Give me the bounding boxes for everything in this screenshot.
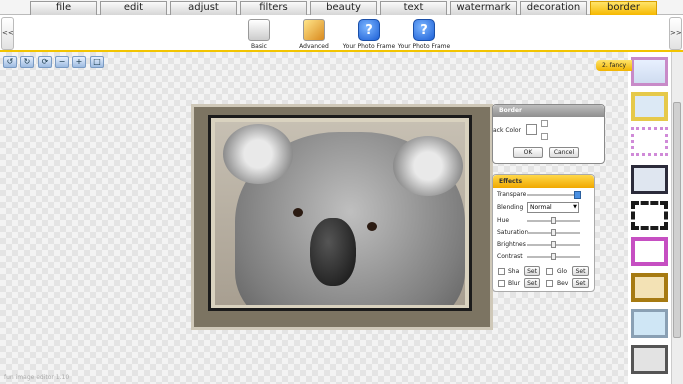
- color-picker-top[interactable]: [541, 120, 548, 127]
- koala-nose: [310, 218, 356, 286]
- contrast-knob[interactable]: [551, 253, 556, 260]
- advanced-button[interactable]: Advanced: [284, 19, 344, 50]
- frame-thumb-3[interactable]: [631, 127, 668, 156]
- hue-knob[interactable]: [551, 217, 556, 224]
- advanced-label: Advanced: [299, 43, 329, 50]
- sidebar-scrollbar[interactable]: [671, 52, 683, 384]
- shadow-set-button[interactable]: Set: [524, 266, 540, 276]
- saturation-label: Saturation: [497, 229, 529, 236]
- transparency-slider[interactable]: [527, 191, 581, 199]
- color-swatch[interactable]: [526, 124, 537, 135]
- effects-panel: Effects Transpare Blending Normal ▼ Hue …: [492, 174, 595, 292]
- tab-edit[interactable]: edit: [100, 1, 167, 15]
- effects-title: Effects: [493, 175, 594, 188]
- bevel-checkbox[interactable]: [546, 280, 553, 287]
- brightness-knob[interactable]: [551, 241, 556, 248]
- frame-thumb-4[interactable]: [631, 165, 668, 194]
- your-photo-frame-button-2[interactable]: ? Your Photo Frame: [394, 19, 454, 50]
- frame-inner: [208, 115, 472, 311]
- bevel-set-button[interactable]: Set: [572, 278, 589, 288]
- blending-label: Blending: [497, 204, 524, 211]
- bevel-label: Bev: [557, 280, 569, 287]
- advanced-frame-icon: [303, 19, 325, 41]
- color-label: ack Color: [493, 127, 522, 134]
- tab-text[interactable]: text: [380, 1, 447, 15]
- tab-adjust[interactable]: adjust: [170, 1, 237, 15]
- glow-checkbox[interactable]: [546, 268, 553, 275]
- border-panel: Border ack Color OK Cancel: [492, 104, 605, 164]
- transparency-knob[interactable]: [574, 191, 581, 199]
- border-panel-title: Border: [493, 105, 604, 117]
- contrast-slider[interactable]: [527, 253, 580, 260]
- zoom-in-icon[interactable]: +: [72, 56, 86, 68]
- your-photo-frame-label-2: Your Photo Frame: [397, 43, 451, 50]
- refresh-icon[interactable]: ⟳: [38, 56, 52, 68]
- frame-thumb-8[interactable]: [631, 309, 668, 338]
- tab-border[interactable]: border: [590, 1, 657, 15]
- blending-select[interactable]: Normal ▼: [527, 202, 579, 213]
- frame-thumb-5[interactable]: [631, 201, 668, 230]
- basic-button[interactable]: Basic: [229, 19, 289, 50]
- shadow-checkbox[interactable]: [498, 268, 505, 275]
- frame-thumbnails: [628, 52, 671, 384]
- color-picker-bottom[interactable]: [541, 133, 548, 140]
- chevron-down-icon: ▼: [573, 204, 577, 210]
- koala-ear-right: [393, 136, 463, 196]
- hue-slider[interactable]: [527, 217, 580, 224]
- frame-thumb-2[interactable]: [631, 92, 668, 121]
- rotate-left-icon[interactable]: ↺: [3, 56, 17, 68]
- tab-watermark[interactable]: watermark: [450, 1, 517, 15]
- scrollbar-thumb[interactable]: [673, 102, 681, 338]
- help-icon: ?: [413, 19, 435, 41]
- tab-beauty[interactable]: beauty: [310, 1, 377, 15]
- frame-thumb-9[interactable]: [631, 345, 668, 374]
- saturation-knob[interactable]: [551, 229, 556, 236]
- tab-decoration[interactable]: decoration: [520, 1, 587, 15]
- tab-filters[interactable]: filters: [240, 1, 307, 15]
- cancel-button[interactable]: Cancel: [549, 147, 579, 158]
- version-label: fun image editor 1.10: [4, 374, 70, 381]
- koala-eye-right: [367, 222, 377, 231]
- basic-frame-icon: [248, 19, 270, 41]
- border-toolbar: << Basic Advanced ? Your Photo Frame ? Y…: [0, 15, 683, 52]
- blending-value: Normal: [530, 204, 552, 211]
- brightness-slider[interactable]: [527, 241, 580, 248]
- hue-label: Hue: [497, 217, 510, 224]
- contrast-label: Contrast: [497, 253, 523, 260]
- blur-checkbox[interactable]: [498, 280, 505, 287]
- help-icon: ?: [358, 19, 380, 41]
- blur-set-button[interactable]: Set: [524, 278, 540, 288]
- transparency-label: Transpare: [497, 191, 527, 198]
- saturation-slider[interactable]: [527, 229, 580, 236]
- scroll-right-button[interactable]: >>: [669, 17, 682, 50]
- frame-thumb-1[interactable]: [631, 57, 668, 86]
- tab-file[interactable]: file: [30, 1, 97, 15]
- koala-ear-left: [223, 124, 293, 184]
- menu-tabs: file edit adjust filters beauty text wat…: [0, 0, 683, 15]
- shadow-label: Sha: [508, 268, 520, 275]
- brightness-label: Brightnes: [497, 241, 526, 248]
- fit-icon[interactable]: □: [90, 56, 104, 68]
- blur-label: Blur: [508, 280, 521, 287]
- your-photo-frame-button[interactable]: ? Your Photo Frame: [339, 19, 399, 50]
- basic-label: Basic: [251, 43, 267, 50]
- glow-set-button[interactable]: Set: [572, 266, 589, 276]
- grunge-border-frame: [191, 104, 493, 330]
- ok-button[interactable]: OK: [513, 147, 543, 158]
- rotate-right-icon[interactable]: ↻: [20, 56, 34, 68]
- category-tag[interactable]: 2. fancy: [596, 60, 632, 71]
- frame-thumb-7[interactable]: [631, 273, 668, 302]
- koala-eye-left: [293, 208, 303, 217]
- zoom-out-icon[interactable]: −: [55, 56, 69, 68]
- frame-thumb-6[interactable]: [631, 237, 668, 266]
- your-photo-frame-label: Your Photo Frame: [342, 43, 396, 50]
- glow-label: Glo: [557, 268, 567, 275]
- koala-photo: [215, 122, 465, 305]
- scroll-left-button[interactable]: <<: [1, 17, 14, 50]
